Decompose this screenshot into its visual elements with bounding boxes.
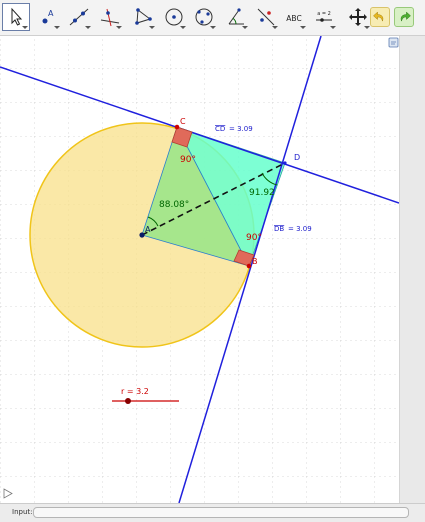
- svg-text:ABC: ABC: [286, 14, 301, 23]
- undo-button[interactable]: [370, 7, 390, 27]
- redo-button[interactable]: [394, 7, 414, 27]
- move-tool[interactable]: [2, 3, 30, 31]
- graphics-canvas[interactable]: 90° 90° 88.08° 91.92 CD = 3.09 DB = 3.09…: [0, 35, 400, 504]
- circle-three-points-icon: [195, 8, 213, 26]
- point-tool[interactable]: A: [34, 3, 62, 31]
- reflect-tool[interactable]: [252, 3, 280, 31]
- input-label: Input:: [12, 508, 33, 516]
- point-a-label: A: [145, 225, 151, 234]
- perpendicular-line-tool[interactable]: [96, 3, 124, 31]
- line-tool[interactable]: [65, 3, 93, 31]
- move-view-icon: [349, 8, 367, 26]
- point-c[interactable]: [174, 124, 180, 130]
- angle-icon: [228, 8, 244, 25]
- slider-label: r = 3.2: [121, 387, 149, 396]
- length-cd-value: = 3.09: [229, 125, 253, 133]
- angle-label-c: 90°: [180, 155, 196, 165]
- input-field[interactable]: [33, 507, 409, 518]
- svg-text:a = 2: a = 2: [317, 11, 331, 17]
- style-bar-toggle-icon[interactable]: [388, 37, 399, 48]
- length-cd-name: CD: [215, 125, 225, 133]
- circle-center-point-tool[interactable]: [160, 3, 188, 31]
- slider-handle[interactable]: [125, 398, 131, 404]
- line-through-points-icon: [69, 8, 89, 26]
- reflect-about-line-icon: [257, 8, 275, 26]
- angle-label-b: 90°: [246, 233, 262, 243]
- point-b[interactable]: [246, 263, 252, 269]
- text-tool[interactable]: ABC: [280, 3, 308, 31]
- perpendicular-line-icon: [100, 8, 120, 27]
- undo-arrow-icon: [373, 11, 384, 22]
- cursor-arrow-icon: [11, 7, 23, 26]
- point-d[interactable]: [283, 161, 287, 165]
- point-c-label: C: [180, 117, 186, 126]
- graphics-view[interactable]: 90° 90° 88.08° 91.92 CD = 3.09 DB = 3.09…: [0, 35, 400, 504]
- polygon-icon: [135, 8, 152, 25]
- redo-arrow-icon: [400, 11, 411, 22]
- angle-label-a: 88.08°: [159, 200, 189, 210]
- point-d-label: D: [294, 153, 300, 162]
- text-abc-icon: ABC: [286, 14, 301, 23]
- right-panel: [399, 36, 425, 503]
- slider-tool[interactable]: a = 2: [310, 3, 338, 31]
- length-db-value: = 3.09: [288, 225, 312, 233]
- angle-label-d: 91.92: [249, 188, 275, 198]
- svg-text:A: A: [48, 9, 54, 18]
- slider-icon: a = 2: [316, 11, 332, 22]
- polygon-tool[interactable]: [129, 3, 157, 31]
- point-a-icon: A: [42, 9, 54, 24]
- toolbar: A ABC a = 2: [0, 0, 425, 36]
- circle-center-point-icon: [165, 8, 183, 26]
- play-icon[interactable]: [2, 488, 13, 499]
- angle-tool[interactable]: [222, 3, 250, 31]
- point-a[interactable]: [139, 232, 145, 238]
- circle-three-points-tool[interactable]: [190, 3, 218, 31]
- length-db-name: DB: [274, 225, 284, 233]
- move-graphics-view-tool[interactable]: [344, 3, 372, 31]
- input-bar: Input:: [0, 503, 425, 522]
- point-b-label: B: [252, 257, 258, 266]
